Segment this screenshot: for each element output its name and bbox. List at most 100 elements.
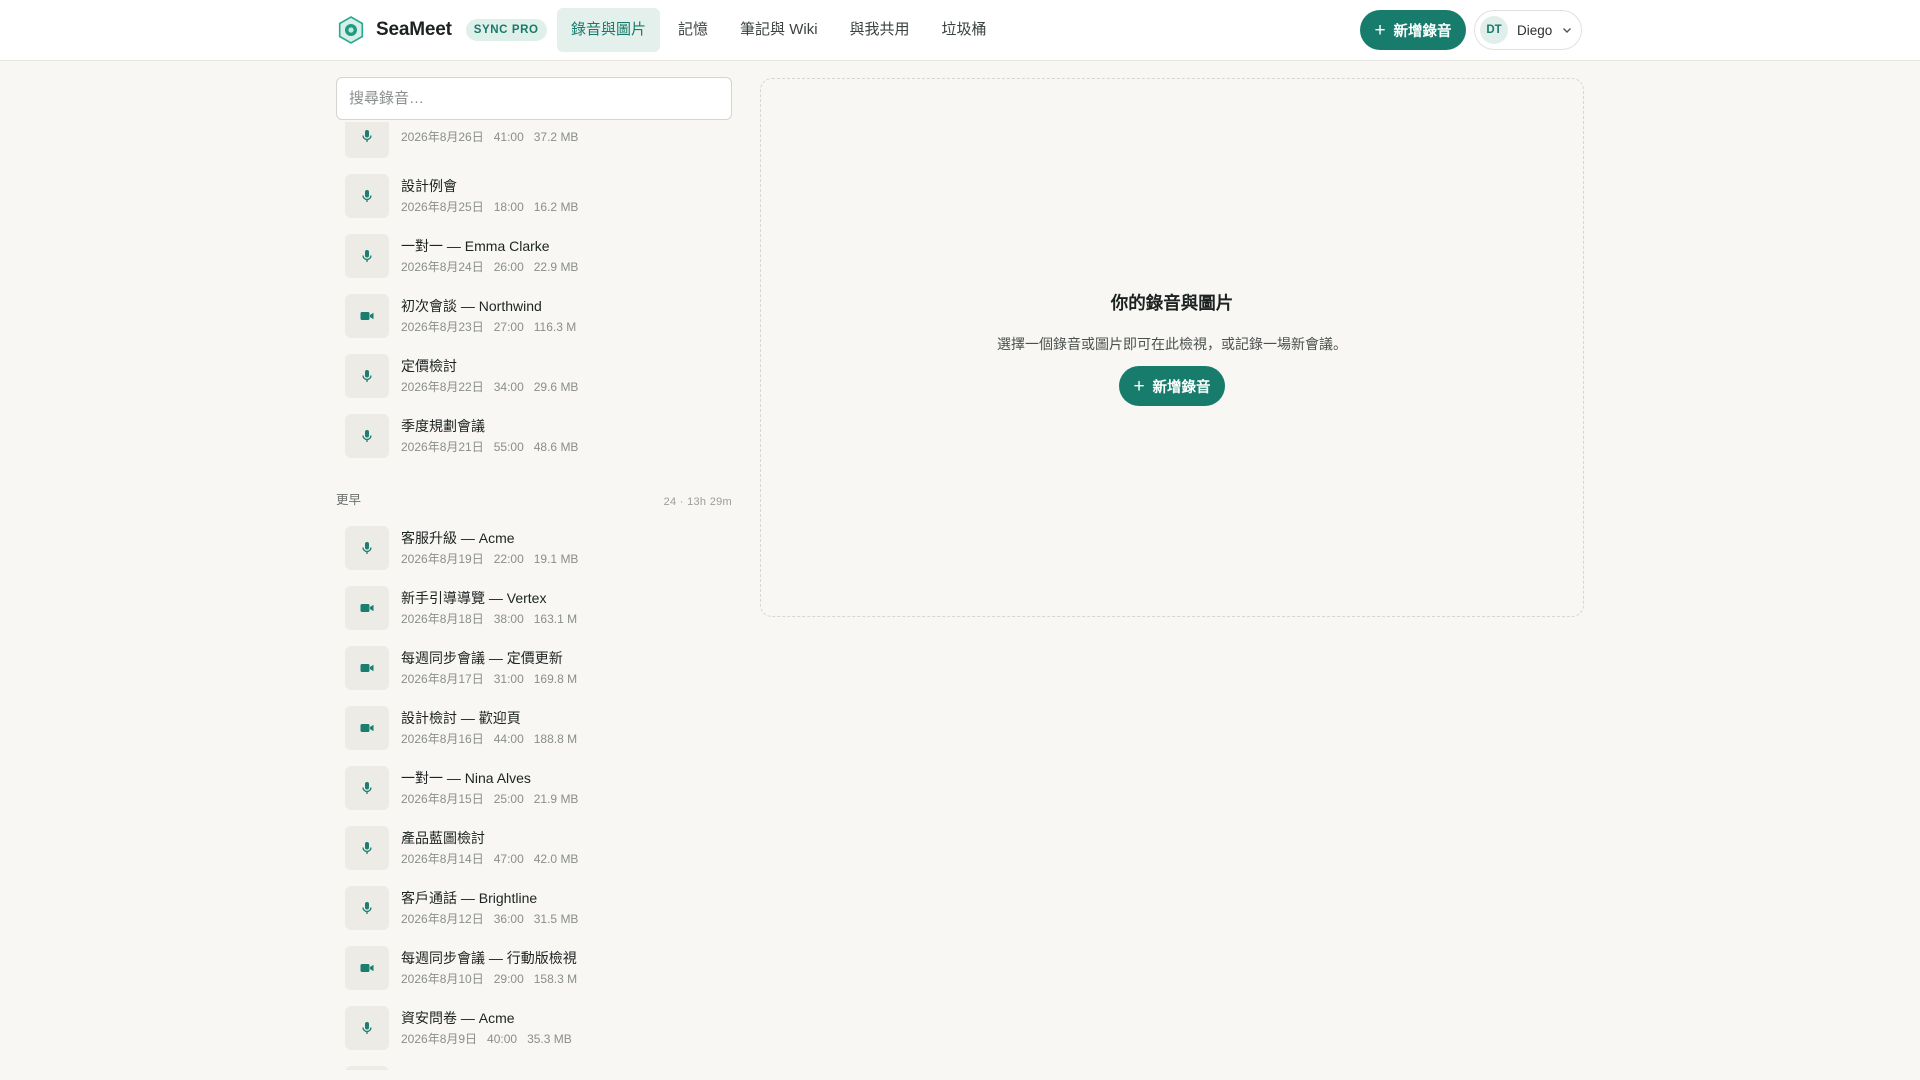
recording-meta: 2026年8月14日 47:00 42.0 MB: [401, 851, 588, 868]
list-item[interactable]: 每週同步會議 — 定價更新 2026年8月17日 31:00 169.8 M: [336, 638, 732, 698]
new-recording-button[interactable]: + 新增錄音: [1360, 10, 1466, 50]
recording-list[interactable]: 2026年8月26日 41:00 37.2 MB 設計例會 2026年8月25日 18:0…: [336, 122, 732, 1070]
recording-duration: 31:00: [493, 671, 524, 686]
recording-title: 面試流程 — 綜合討論: [401, 1069, 582, 1071]
recording-title: 產品藍圖檢討: [401, 829, 485, 846]
list-item[interactable]: 設計例會 2026年8月25日 18:00 16.2 MB: [336, 166, 732, 226]
recording-text: 初次會談 — Northwind 2026年8月23日 27:00 116.3 M: [401, 297, 586, 336]
recording-duration: 38:00: [493, 611, 524, 626]
recording-type-icon: [345, 234, 389, 278]
main-nav: 錄音與圖片 記憶 筆記與 Wiki 與我共用 垃圾桶: [557, 8, 1005, 52]
list-item[interactable]: 季度規劃會議 2026年8月21日 55:00 48.6 MB: [336, 406, 732, 466]
recording-type-icon: [345, 586, 389, 630]
recording-size: 29.6 MB: [533, 379, 579, 394]
group-header-earlier: 更早 24 · 13h 29m: [336, 478, 732, 518]
video-camera-icon: [360, 312, 374, 320]
list-item[interactable]: 客戶通話 — Brightline 2026年8月12日 36:00 31.5 MB: [336, 878, 732, 938]
plus-icon: +: [1133, 375, 1145, 397]
chevron-down-icon: [1563, 28, 1572, 33]
recording-meta: 2026年8月22日 34:00 29.6 MB: [401, 379, 588, 396]
recording-list-scroll: 2026年8月26日 41:00 37.2 MB 設計例會 2026年8月25日 18:0…: [336, 122, 732, 1070]
recording-date: 2026年8月19日: [401, 551, 484, 566]
recording-type-icon: [345, 886, 389, 930]
recording-meta: 2026年8月17日 31:00 169.8 M: [401, 671, 587, 688]
recording-duration: 36:00: [493, 911, 524, 926]
top-bar: SeaMeet SYNC PRO 錄音與圖片 記憶 筆記與 Wiki 與我共用 …: [0, 0, 1920, 61]
search-input[interactable]: [336, 77, 732, 120]
empty-new-recording-button[interactable]: + 新增錄音: [1119, 366, 1225, 406]
recording-text: 客服升級 — Acme 2026年8月19日 22:00 19.1 MB: [401, 529, 588, 568]
recording-type-icon: [345, 174, 389, 218]
list-item[interactable]: 客服升級 — Acme 2026年8月19日 22:00 19.1 MB: [336, 518, 732, 578]
recording-size: 48.6 MB: [533, 439, 579, 454]
tab-notes-wiki[interactable]: 筆記與 Wiki: [726, 8, 832, 52]
recording-size: 22.9 MB: [533, 259, 579, 274]
recording-text: 定價檢討 2026年8月22日 34:00 29.6 MB: [401, 357, 588, 396]
recording-title: 資安問卷 — Acme: [401, 1009, 515, 1026]
recording-text: 資安問卷 — Acme 2026年8月9日 40:00 35.3 MB: [401, 1009, 582, 1048]
microphone-icon: [362, 542, 372, 554]
list-item[interactable]: 新手引導導覽 — Vertex 2026年8月18日 38:00 163.1 M: [336, 578, 732, 638]
recording-date: 2026年8月22日: [401, 379, 484, 394]
recording-title: 客服升級 — Acme: [401, 529, 515, 546]
recording-meta: 2026年8月12日 36:00 31.5 MB: [401, 911, 588, 928]
recording-size: 116.3 M: [533, 319, 577, 334]
recording-date: 2026年8月12日: [401, 911, 484, 926]
list-item[interactable]: 產品藍圖檢討 2026年8月14日 47:00 42.0 MB: [336, 818, 732, 878]
list-item[interactable]: 一對一 — Emma Clarke 2026年8月24日 26:00 22.9 MB: [336, 226, 732, 286]
recording-meta: 2026年8月16日 44:00 188.8 M: [401, 731, 587, 748]
recording-date: 2026年8月24日: [401, 259, 484, 274]
recording-date: 2026年8月15日: [401, 791, 484, 806]
tab-recordings[interactable]: 錄音與圖片: [557, 8, 661, 52]
recording-text: 新手引導導覽 — Vertex 2026年8月18日 38:00 163.1 M: [401, 589, 587, 628]
empty-new-recording-label: 新增錄音: [1152, 379, 1211, 396]
tab-trash[interactable]: 垃圾桶: [928, 8, 1001, 52]
empty-state-subtitle: 選擇一個錄音或圖片即可在此檢視，或記錄一場新會議。: [997, 336, 1347, 352]
recording-date: 2026年8月10日: [401, 971, 484, 986]
list-item[interactable]: 一對一 — Nina Alves 2026年8月15日 25:00 21.9 MB: [336, 758, 732, 818]
microphone-icon: [362, 190, 372, 202]
recording-type-icon: [345, 946, 389, 990]
brand[interactable]: SeaMeet SYNC PRO: [336, 14, 547, 46]
recording-meta: 2026年8月19日 22:00 19.1 MB: [401, 551, 588, 568]
list-item[interactable]: 定價檢討 2026年8月22日 34:00 29.6 MB: [336, 346, 732, 406]
recording-type-icon: [345, 122, 389, 158]
list-item[interactable]: 面試流程 — 綜合討論2026年8月8日33:0028.6 MB: [336, 1058, 732, 1070]
recording-size: 37.2 MB: [533, 130, 579, 144]
recording-text: 一對一 — Nina Alves 2026年8月15日 25:00 21.9 MB: [401, 769, 588, 808]
recording-duration: 27:00: [493, 319, 524, 334]
group-stats: 24 · 13h 29m: [663, 496, 732, 508]
list-item[interactable]: 2026年8月26日 41:00 37.2 MB: [336, 122, 732, 166]
recording-meta: 2026年8月21日 55:00 48.6 MB: [401, 439, 588, 456]
recording-duration: 47:00: [493, 851, 524, 866]
recording-text: 設計檢討 — 歡迎頁 2026年8月16日 44:00 188.8 M: [401, 709, 587, 748]
list-item[interactable]: 每週同步會議 — 行動版檢視 2026年8月10日 29:00 158.3 M: [336, 938, 732, 998]
recording-title: 初次會談 — Northwind: [401, 297, 542, 314]
recording-meta: 2026年8月9日 40:00 35.3 MB: [401, 1031, 582, 1048]
recording-size: 169.8 M: [533, 671, 578, 686]
recording-size: 19.1 MB: [533, 551, 579, 566]
new-recording-label: 新增錄音: [1393, 23, 1452, 40]
recording-text: 2026年8月26日 41:00 37.2 MB: [401, 126, 588, 146]
recording-text: 客戶通話 — Brightline 2026年8月12日 36:00 31.5 MB: [401, 889, 588, 928]
recording-type-icon: [345, 706, 389, 750]
recording-meta: 2026年8月25日 18:00 16.2 MB: [401, 199, 588, 216]
recording-title: 設計檢討 — 歡迎頁: [401, 709, 521, 726]
recording-size: 31.5 MB: [533, 911, 579, 926]
avatar: DT: [1480, 16, 1508, 44]
list-item[interactable]: 初次會談 — Northwind 2026年8月23日 27:00 116.3 M: [336, 286, 732, 346]
recording-duration: 55:00: [493, 439, 524, 454]
recording-title: 一對一 — Emma Clarke: [401, 237, 550, 254]
recording-type-icon: [345, 646, 389, 690]
video-camera-icon: [360, 724, 374, 732]
tab-memory[interactable]: 記憶: [664, 8, 722, 52]
recording-date: 2026年8月21日: [401, 439, 484, 454]
recording-text: 設計例會 2026年8月25日 18:00 16.2 MB: [401, 177, 588, 216]
plus-icon: +: [1374, 19, 1386, 41]
recording-duration: 44:00: [493, 731, 524, 746]
tab-shared-with-me[interactable]: 與我共用: [836, 8, 924, 52]
list-item[interactable]: 設計檢討 — 歡迎頁 2026年8月16日 44:00 188.8 M: [336, 698, 732, 758]
list-item[interactable]: 資安問卷 — Acme 2026年8月9日 40:00 35.3 MB: [336, 998, 732, 1058]
user-menu[interactable]: DT Diego: [1474, 10, 1582, 50]
recording-date: 2026年8月16日: [401, 731, 484, 746]
